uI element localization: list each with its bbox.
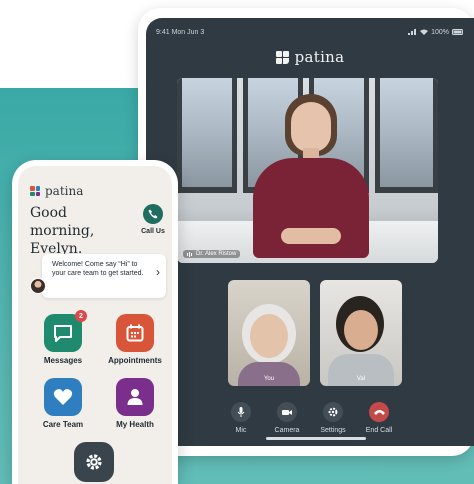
tile-label-you: You bbox=[263, 376, 275, 382]
home-screen: patina Good morning, Evelyn. Call Us Wel… bbox=[18, 166, 172, 484]
video-call-screen: 9:41 Mon Jun 3 100% patina Dr. Alex Rist… bbox=[146, 18, 474, 446]
gear-icon bbox=[86, 454, 102, 470]
tablet-device: 9:41 Mon Jun 3 100% patina Dr. Alex Rist… bbox=[138, 8, 474, 456]
gear-icon bbox=[328, 407, 338, 417]
care-team-label: Care Team bbox=[42, 420, 84, 429]
status-bar: 9:41 Mon Jun 3 100% bbox=[156, 26, 464, 38]
chat-icon bbox=[54, 325, 72, 342]
camera-label: Camera bbox=[274, 427, 300, 434]
messages-app-button[interactable]: 2 Messages bbox=[28, 310, 98, 365]
my-health-label: My Health bbox=[116, 420, 154, 429]
settings-button[interactable]: Settings bbox=[310, 402, 356, 434]
person-icon bbox=[127, 389, 143, 405]
appointments-app-button[interactable]: Appointments bbox=[100, 314, 170, 365]
brand-logo: patina bbox=[146, 48, 474, 66]
patina-logo-icon bbox=[275, 50, 289, 64]
mic-label: Mic bbox=[235, 427, 247, 434]
end-call-button[interactable]: End Call bbox=[356, 402, 402, 434]
patina-logo-icon bbox=[30, 186, 40, 196]
tile-label-val: Val bbox=[356, 376, 366, 382]
avatar bbox=[30, 278, 46, 294]
phone-device: patina Good morning, Evelyn. Call Us Wel… bbox=[12, 160, 178, 484]
my-health-app-button[interactable]: My Health bbox=[100, 378, 170, 429]
camera-button[interactable]: Camera bbox=[264, 402, 310, 434]
call-us-button[interactable]: Call Us bbox=[134, 204, 172, 235]
calendar-icon bbox=[126, 324, 144, 342]
brand-name: patina bbox=[45, 184, 84, 198]
welcome-card[interactable]: Welcome! Come say “Hi” to your care team… bbox=[42, 254, 166, 298]
audio-icon bbox=[187, 251, 192, 257]
brand-name: patina bbox=[294, 48, 345, 66]
chevron-right-icon: › bbox=[156, 265, 160, 279]
phone-hangup-icon bbox=[373, 410, 385, 415]
battery-percent: 100% bbox=[431, 28, 449, 36]
phone-icon bbox=[148, 209, 158, 219]
promo-canvas: 9:41 Mon Jun 3 100% patina Dr. Alex Rist… bbox=[0, 0, 474, 484]
main-video-feed: Dr. Alex Ristow bbox=[177, 78, 438, 263]
call-us-label: Call Us bbox=[141, 228, 165, 235]
home-indicator bbox=[266, 437, 366, 440]
video-tile-self[interactable]: You bbox=[228, 280, 310, 386]
brand-logo: patina bbox=[30, 184, 83, 198]
appointments-label: Appointments bbox=[108, 356, 162, 365]
messages-label: Messages bbox=[43, 356, 83, 365]
call-controls: Mic Camera Settings End Call bbox=[218, 402, 402, 434]
mic-button[interactable]: Mic bbox=[218, 402, 264, 434]
greeting-heading: Good morning, Evelyn. bbox=[30, 205, 95, 257]
video-tile-val[interactable]: Val bbox=[320, 280, 402, 386]
camera-icon bbox=[282, 409, 292, 415]
mic-icon bbox=[237, 407, 245, 417]
settings-label: Settings bbox=[320, 427, 346, 434]
participant-label: Dr. Alex Ristow bbox=[183, 250, 241, 258]
wifi-icon bbox=[420, 29, 429, 35]
end-call-label: End Call bbox=[365, 427, 393, 434]
status-time: 9:41 Mon Jun 3 bbox=[156, 28, 205, 36]
battery-icon bbox=[452, 29, 463, 35]
care-team-app-button[interactable]: Care Team bbox=[28, 378, 98, 429]
heart-icon bbox=[53, 389, 73, 405]
settings-button[interactable] bbox=[74, 442, 114, 482]
signal-icon bbox=[408, 29, 417, 35]
unread-badge: 2 bbox=[75, 310, 87, 322]
welcome-text: Welcome! Come say “Hi” to your care team… bbox=[52, 261, 144, 277]
